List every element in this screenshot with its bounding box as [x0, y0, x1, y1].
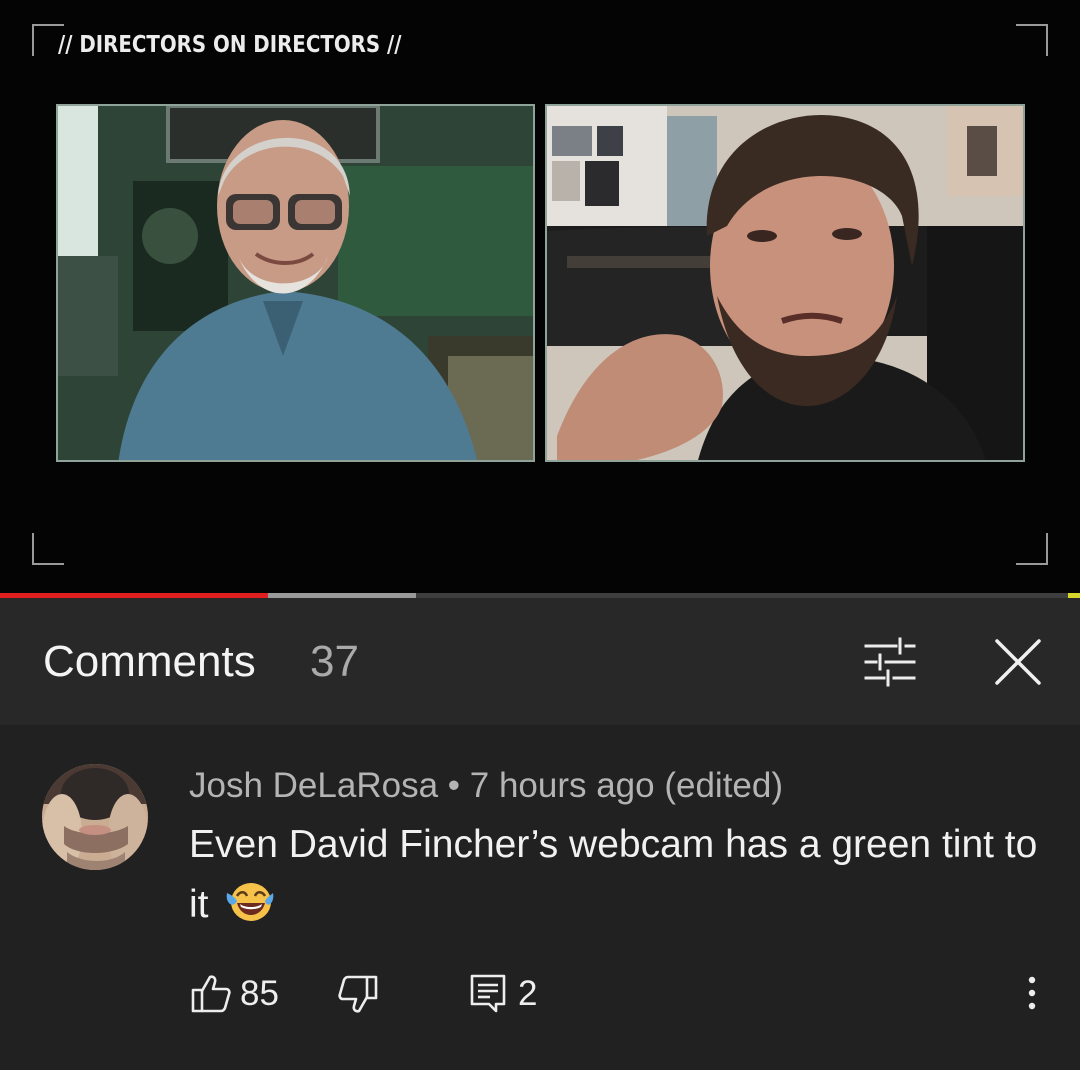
frame-corner-bottom-left — [32, 533, 64, 565]
like-button[interactable] — [189, 971, 233, 1015]
comment-text: Even David Fincher’s webcam has a green … — [189, 823, 1038, 926]
sort-comments-button[interactable] — [858, 633, 922, 691]
comment-author[interactable]: Josh DeLaRosa — [189, 766, 438, 805]
comment-time: 7 hours ago — [469, 766, 655, 805]
frame-corner-bottom-right — [1016, 533, 1048, 565]
comment-more-actions-button[interactable] — [1014, 969, 1050, 1017]
close-icon — [995, 639, 1041, 685]
sort-filter-icon — [864, 637, 916, 687]
reply-count: 2 — [518, 974, 538, 1013]
thumbs-up-icon — [191, 975, 231, 1013]
comment-edited-label: (edited) — [654, 766, 784, 805]
comment-body: Even David Fincher’s webcam has a green … — [189, 815, 1049, 935]
frame-corner-top-right — [1016, 24, 1048, 56]
webcam-scene-right — [547, 106, 1023, 460]
comments-count: 37 — [310, 637, 359, 686]
more-vertical-icon — [1028, 976, 1036, 1010]
video-player[interactable]: // DIRECTORS ON DIRECTORS // — [0, 0, 1080, 593]
comment-item: Josh DeLaRosa • 7 hours ago (edited) Eve… — [0, 725, 1080, 1070]
comment-meta: Josh DeLaRosa • 7 hours ago (edited) — [189, 765, 783, 807]
webcam-feed-right — [545, 104, 1025, 462]
reply-icon — [470, 974, 506, 1013]
avatar-image — [42, 764, 148, 870]
meta-separator: • — [438, 766, 470, 805]
comments-title: Comments — [43, 637, 256, 686]
webcam-scene-left — [58, 106, 533, 460]
face-with-tears-of-joy-icon — [225, 879, 275, 923]
show-title: // DIRECTORS ON DIRECTORS // — [58, 32, 402, 58]
comment-actions: 85 2 — [0, 965, 1080, 1021]
close-comments-button[interactable] — [986, 630, 1050, 694]
avatar[interactable] — [42, 764, 148, 870]
reply-button[interactable] — [466, 971, 510, 1015]
dislike-button[interactable] — [336, 973, 380, 1017]
thumbs-down-icon — [338, 975, 378, 1013]
comments-header: Comments 37 — [0, 598, 1080, 725]
webcam-feed-left — [56, 104, 535, 462]
like-count: 85 — [240, 974, 279, 1013]
